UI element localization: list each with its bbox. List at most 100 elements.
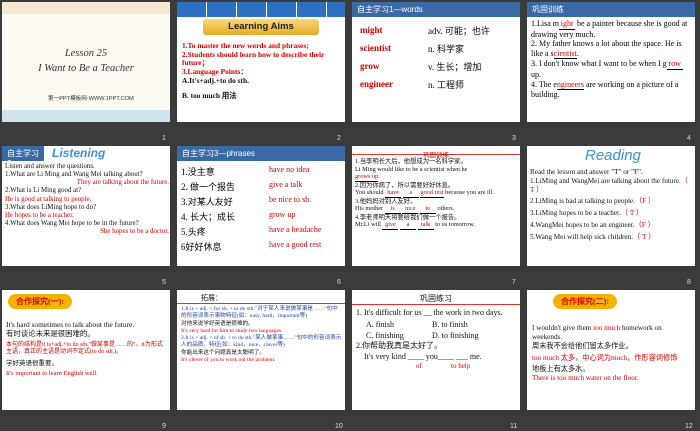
exercise-text: Li Ming would like to be a scientist whe… [355,165,468,173]
example-en: It's very hard for him to study two lang… [181,327,283,334]
example-cn: 学好英语很重要。 [6,359,58,367]
slide-thumbnail-8[interactable]: Reading Read the lesson and answer "T" o… [527,146,695,266]
exercise-text: . [576,48,579,58]
slide-number: 1 [162,135,166,142]
exercise-line: 2. My father knows a lot about the space… [531,39,691,60]
slide-thumbnail-6[interactable]: 自主学习3—phrases 1.没主意 have no idea 2. 做一个报告… [177,146,345,266]
phrase-en: give a talk [269,180,303,189]
answer-blank: talk [417,221,434,230]
example-cn: 对他来说学好英语是很难的。 [181,320,254,327]
example-en: I wouldn't give them [532,324,594,332]
tf-answer: （ T ） [620,209,644,218]
answer-blank: is [384,205,401,214]
explanation-body: It's hard sometimes to talk about the fu… [6,320,168,378]
slide-header: 自主学习3—phrases [177,146,345,161]
exercise-cn: 1.当李明长大后，他想成为一名科学家。 [355,158,467,165]
option-c[interactable]: C. finishing [366,331,432,341]
slide-header: 巩固练习 [420,294,452,303]
word-row: engineer n. 工程师 [360,75,520,93]
exercise-text: because you are ill. [445,189,494,197]
question: 1.What are Li Ming and Wang Mei talking … [5,171,143,179]
exercise-line: 4. The engineers are working on a pictur… [531,80,691,100]
example-cn: 周末我不会给他们留太多作业。 [532,342,633,350]
example-en: There is too much water on the floor. [532,374,639,382]
header-tile [177,2,206,17]
phrase-cn: 1.没主意 [181,167,215,177]
exercise-text: 4. The e [531,79,557,89]
rule-note: 1.It is + adj. + for sb. + to do sth."对于… [181,306,338,320]
slide-thumbnail-7[interactable]: 巩固训练 1.当李明长大后，他想成为一名科学家。 Li Ming would l… [352,146,520,266]
answer-text: of [416,361,422,370]
listening-questions: Listen and answer the questions. 1.What … [5,163,169,236]
answer: He hopes to be a teacher. [5,211,74,219]
slide-header: 巩固训练 [527,2,695,17]
section-pill: 合作探究(一): [8,294,72,309]
slide-thumbnail-5[interactable]: 自主学习2 Listening Listen and answer the qu… [2,146,170,266]
exercise-text: to us tomorrow. [435,221,475,229]
answer-blank: row [666,59,683,70]
slide-thumbnail-10[interactable]: 拓展： 1.It is + adj. + for sb. + to do sth… [177,290,345,410]
lesson-number: Lesson 25 [64,48,108,59]
answer: He is good at talking to people. [5,195,92,203]
word-definition: v. 生长；增加 [428,61,482,72]
option-b[interactable]: B. to finish [432,320,468,330]
tf-answer: （ T ） [633,232,656,241]
tf-question: 3.LiMing hopes to be a teacher. [530,209,621,218]
slide-thumbnail-4[interactable]: 巩固训练 1.Lisa m ight be a painter because s… [527,2,695,122]
slide-thumbnail-9[interactable]: 合作探究(一): It's hard sometimes to talk abo… [2,290,170,410]
slide-thumbnail-11[interactable]: 巩固练习 1. It's difficult for us __ the wor… [352,290,520,410]
question: 3.What does LiMing hope to do? [5,203,97,211]
aim-item: A.It's+adj.+to do sth. [182,75,249,85]
question: 2.What is Li Ming good at? [5,187,82,195]
exercise-body: 1.Lisa m ight be a painter because she is… [527,17,695,102]
exercise-text: up. [531,69,541,79]
exercise-cn: 3.他妈妈对别人友好。 [355,197,417,205]
translation-exercise: 1.当李明长大后，他想成为一名科学家。 Li Ming would like t… [355,158,519,230]
phrase-en: have a good rest [269,240,322,249]
header-tile [327,2,345,17]
exercise-text: His mother [355,205,384,213]
word-definition: n. 工程师 [428,79,465,90]
tf-question: 4.WangMei hopes to be an engineer. [530,220,635,229]
slide-thumbnail-12[interactable]: 合作探究(二): I wouldn't give them too much h… [527,290,695,410]
slide-thumbnail-3[interactable]: 自主学习1—words might adv. 可能；也许 scientist n. … [352,2,520,122]
phrase-row: 6好好休息 have a good rest [181,240,345,255]
word-term: might [360,25,383,35]
question: 4.What does Wang Mei hope to be in the f… [5,219,139,227]
answer-blank: cientist [553,48,577,60]
phrase-cn: 4. 长大；成长 [181,212,236,222]
exercise-text: 1.Lisa m [531,19,559,28]
option-d[interactable]: D. to finishing [432,331,478,341]
slide-number: 6 [337,279,341,286]
phrase-list: 1.没主意 have no idea 2. 做一个报告 give a talk 3.… [177,161,345,255]
slide-number: 3 [512,135,516,142]
answer: They are talking about the future. [76,179,169,187]
aim-item: B. too much 用法 [182,90,237,100]
slide-number: 4 [687,135,691,142]
section-pill: 合作探究(二): [553,294,617,309]
extension-notes: 1.It is + adj. + for sb. + to do sth."对于… [181,306,343,364]
phrase-row: 1.没主意 have no idea [181,165,345,180]
slide-number: 5 [162,279,166,286]
exercise-text: others. [437,205,455,213]
reading-title: Reading [585,147,641,164]
word-term: grow [360,61,380,71]
answer-blank: ngineers [556,79,584,91]
example-en: It's clever of you to work out the probl… [181,356,276,363]
phrase-en: have a headache [269,225,322,234]
phrase-row: 4. 长大；成长 grow up [181,210,345,225]
exercise-cn: 2.因为你病了，所以需要好好休息。 [355,181,455,189]
answer-blank: a [402,189,419,198]
answer-blank: a [400,221,417,230]
slide-thumbnail-2[interactable]: Learning Aims 1.To master the new words … [177,2,345,122]
header-tile [237,2,266,17]
aims-list: 1.To master the new words and phrases; 2… [182,41,342,100]
slide-number: 8 [687,279,691,286]
slide-number: 12 [685,423,693,430]
option-a[interactable]: A. finish [366,320,432,330]
site-credit: 第一PPT模板网-WWW.1PPT.COM [48,96,134,102]
slide-header: 自主学习2 [2,146,44,168]
slide-thumbnail-1[interactable]: Lesson 25 I Want to Be a Teacher 第一PPT模板… [2,2,170,122]
practice-body: 1. It's difficult for us __ the work in … [356,308,518,371]
slide-number: 10 [335,423,343,430]
